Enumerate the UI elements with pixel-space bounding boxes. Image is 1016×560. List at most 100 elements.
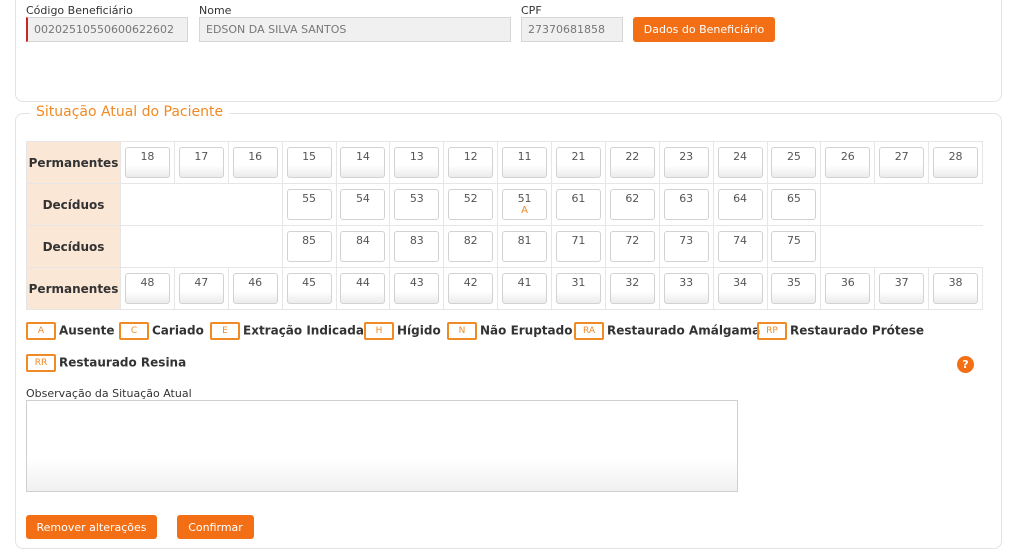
legend-code-box: E (210, 322, 240, 340)
beneficiary-details-button[interactable]: Dados do Beneficiário (633, 17, 775, 42)
tooth-cell: 11 (497, 141, 552, 184)
tooth-34[interactable]: 34 (717, 273, 763, 304)
tooth-61[interactable]: 61 (555, 189, 601, 220)
beneficiary-name-field[interactable]: EDSON DA SILVA SANTOS (199, 17, 511, 42)
tooth-11[interactable]: 11 (502, 147, 548, 178)
tooth-15[interactable]: 15 (286, 147, 332, 178)
tooth-81[interactable]: 81 (502, 231, 548, 262)
legend-item: RP Restaurado Prótese (757, 322, 924, 340)
tooth-55[interactable]: 55 (286, 189, 332, 220)
tooth-cell: 71 (551, 225, 606, 268)
legend-item: H Hígido (364, 322, 441, 340)
tooth-48[interactable]: 48 (124, 273, 170, 304)
tooth-25[interactable]: 25 (771, 147, 817, 178)
tooth-number: 21 (571, 150, 586, 163)
tooth-cell: 74 (712, 225, 768, 268)
tooth-36[interactable]: 36 (825, 273, 871, 304)
beneficiary-panel (15, 0, 1002, 102)
tooth-cell: 38 (928, 267, 983, 310)
tooth-71[interactable]: 71 (555, 231, 601, 262)
tooth-18[interactable]: 18 (124, 147, 170, 178)
tooth-cell: 52 (443, 183, 499, 226)
tooth-74[interactable]: 74 (717, 231, 763, 262)
tooth-number: 71 (571, 234, 586, 247)
tooth-53[interactable]: 53 (394, 189, 440, 220)
tooth-cell: 28 (928, 141, 983, 184)
tooth-35[interactable]: 35 (771, 273, 817, 304)
legend-label: Não Eruptado (480, 323, 573, 338)
legend-label: Ausente (59, 323, 115, 338)
tooth-cell: 18 (120, 141, 175, 184)
beneficiary-cpf-field[interactable]: 27370681858 (521, 17, 623, 42)
tooth-cell: 72 (604, 225, 660, 268)
tooth-62[interactable]: 62 (609, 189, 655, 220)
tooth-21[interactable]: 21 (555, 147, 601, 178)
tooth-number: 85 (302, 234, 317, 247)
tooth-37[interactable]: 37 (879, 273, 925, 304)
tooth-51[interactable]: 51 A (502, 189, 548, 220)
tooth-13[interactable]: 13 (394, 147, 440, 178)
tooth-cell: 63 (658, 183, 714, 226)
tooth-54[interactable]: 54 (340, 189, 386, 220)
tooth-cell: 45 (281, 267, 337, 310)
tooth-38[interactable]: 38 (933, 273, 979, 304)
tooth-44[interactable]: 44 (340, 273, 386, 304)
tooth-73[interactable]: 73 (663, 231, 709, 262)
tooth-cell: 82 (443, 225, 499, 268)
tooth-33[interactable]: 33 (663, 273, 709, 304)
tooth-cell: 84 (335, 225, 391, 268)
tooth-72[interactable]: 72 (609, 231, 655, 262)
tooth-number: 41 (517, 276, 532, 289)
tooth-cell: 48 (120, 267, 175, 310)
tooth-number: 54 (355, 192, 370, 205)
tooth-85[interactable]: 85 (286, 231, 332, 262)
tooth-cell: 65 (766, 183, 822, 226)
observation-textarea[interactable] (26, 400, 738, 492)
tooth-63[interactable]: 63 (663, 189, 709, 220)
observation-label: Observação da Situação Atual (26, 387, 192, 400)
tooth-cell: 14 (335, 141, 391, 184)
tooth-43[interactable]: 43 (394, 273, 440, 304)
tooth-65[interactable]: 65 (771, 189, 817, 220)
confirm-button[interactable]: Confirmar (177, 515, 254, 539)
tooth-84[interactable]: 84 (340, 231, 386, 262)
legend-item: E Extração Indicada (210, 322, 364, 340)
tooth-16[interactable]: 16 (232, 147, 278, 178)
tooth-27[interactable]: 27 (879, 147, 925, 178)
tooth-32[interactable]: 32 (609, 273, 655, 304)
tooth-cell: 51 A (497, 183, 552, 226)
tooth-22[interactable]: 22 (609, 147, 655, 178)
tooth-17[interactable]: 17 (178, 147, 224, 178)
tooth-number: 65 (786, 192, 801, 205)
tooth-24[interactable]: 24 (717, 147, 763, 178)
tooth-42[interactable]: 42 (448, 273, 494, 304)
tooth-83[interactable]: 83 (394, 231, 440, 262)
tooth-14[interactable]: 14 (340, 147, 386, 178)
legend-label: Hígido (397, 323, 441, 338)
tooth-26[interactable]: 26 (825, 147, 871, 178)
tooth-47[interactable]: 47 (178, 273, 224, 304)
tooth-41[interactable]: 41 (502, 273, 548, 304)
tooth-75[interactable]: 75 (771, 231, 817, 262)
help-icon[interactable]: ? (957, 356, 974, 373)
tooth-64[interactable]: 64 (717, 189, 763, 220)
tooth-number: 31 (571, 276, 586, 289)
tooth-cell: 32 (604, 267, 660, 310)
legend-item: A Ausente (26, 322, 115, 340)
tooth-23[interactable]: 23 (663, 147, 709, 178)
beneficiary-code-field[interactable]: 00202510550600622602 (26, 17, 188, 42)
tooth-cell: 15 (281, 141, 337, 184)
tooth-52[interactable]: 52 (448, 189, 494, 220)
legend-code-box: RR (26, 354, 56, 372)
tooth-31[interactable]: 31 (555, 273, 601, 304)
tooth-12[interactable]: 12 (448, 147, 494, 178)
tooth-number: 55 (302, 192, 317, 205)
tooth-46[interactable]: 46 (232, 273, 278, 304)
tooth-45[interactable]: 45 (286, 273, 332, 304)
legend-code-box: N (447, 322, 477, 340)
tooth-82[interactable]: 82 (448, 231, 494, 262)
tooth-number: 74 (733, 234, 748, 247)
remove-changes-button[interactable]: Remover alterações (26, 515, 157, 539)
tooth-28[interactable]: 28 (933, 147, 979, 178)
tooth-number: 11 (517, 150, 532, 163)
